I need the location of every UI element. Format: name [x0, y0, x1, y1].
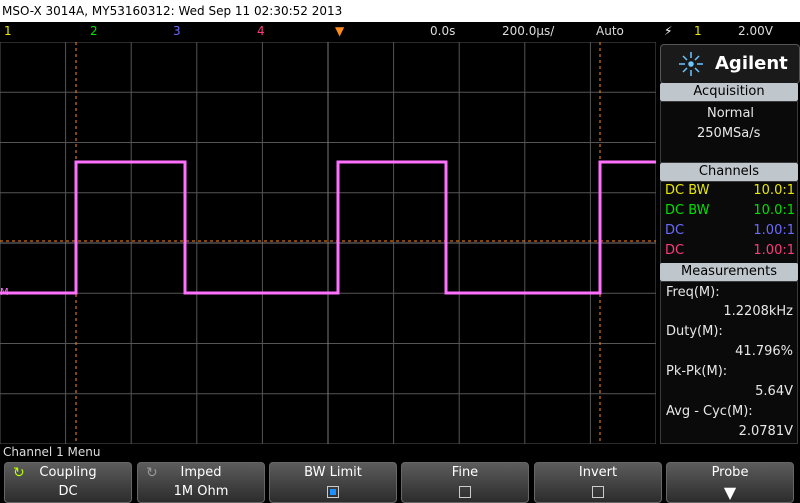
channel-3-indicator[interactable]: 3 [173, 24, 181, 38]
submenu-arrow-icon: ▼ [723, 483, 737, 502]
trigger-position-marker: ▼ [335, 24, 345, 38]
trigger-source: 1 [694, 24, 702, 38]
coupling-softkey[interactable]: ↻ Coupling DC [4, 462, 132, 503]
trigger-mode: Auto [596, 24, 624, 38]
trigger-edge-icon: ⚡ [664, 24, 673, 38]
brand-name: Agilent [715, 53, 788, 74]
impedance-softkey[interactable]: ↻ Imped 1M Ohm [137, 462, 265, 503]
channel-2-indicator[interactable]: 2 [90, 24, 98, 38]
window-title: MSO-X 3014A, MY53160312: Wed Sep 11 02:3… [0, 0, 800, 22]
agilent-spark-icon [679, 52, 703, 76]
acquisition-mode: Normal [707, 106, 755, 121]
ground-marker: M [0, 287, 9, 298]
measurement-duty-value: 41.796% [735, 344, 793, 359]
invert-softkey[interactable]: Invert [534, 462, 662, 503]
info-panel: Agilent Acquisition Normal 250MSa/s Chan… [660, 44, 800, 444]
acquisition-header[interactable]: Acquisition [660, 83, 798, 101]
trigger-level: 2.00V [738, 24, 773, 38]
channel-1-indicator[interactable]: 1 [4, 24, 12, 38]
probe-softkey[interactable]: Probe ▼ [666, 462, 794, 503]
measurements-box: Freq(M): 1.2208kHz Duty(M): 41.796% Pk-P… [660, 281, 798, 444]
channels-box: DC BW 10.0:1 DC BW 10.0:1 DC 1.00:1 DC 1.00:… [660, 181, 798, 264]
menu-title: Channel 1 Menu [3, 445, 101, 459]
softkey-bar: Channel 1 Menu ↻ Coupling DC ↻ Imped 1M … [0, 444, 800, 503]
channels-header[interactable]: Channels [660, 163, 798, 181]
bw-limit-checkbox[interactable] [327, 486, 339, 498]
status-bar: 1 2 3 4 ▼ 0.0s 200.0µs/ Auto ⚡ 1 2.00V [0, 22, 800, 42]
measurement-avg-value: 2.0781V [738, 424, 793, 439]
brand-logo: Agilent [660, 44, 800, 84]
measurement-pkpk-label: Pk-Pk(M): [666, 364, 728, 379]
time-scale: 200.0µs/ [502, 24, 555, 38]
bw-limit-softkey[interactable]: BW Limit [269, 462, 397, 503]
measurement-freq-value: 1.2208kHz [723, 304, 793, 319]
channel-4-indicator[interactable]: 4 [257, 24, 265, 38]
measurements-header[interactable]: Measurements [660, 263, 798, 281]
channel-3-settings: DC 1.00:1 [665, 223, 795, 238]
channel-4-settings: DC 1.00:1 [665, 243, 795, 258]
waveform-display[interactable]: M [0, 41, 657, 445]
measurement-duty-label: Duty(M): [666, 324, 723, 339]
channel-1-settings: DC BW 10.0:1 [665, 183, 795, 198]
waveform-graticule: M [0, 41, 657, 445]
measurement-avg-label: Avg - Cyc(M): [666, 404, 753, 419]
measurement-pkpk-value: 5.64V [755, 384, 793, 399]
channel-2-settings: DC BW 10.0:1 [665, 203, 795, 218]
acquisition-box: Normal 250MSa/s [660, 101, 798, 163]
fine-checkbox[interactable] [459, 486, 471, 498]
time-delay: 0.0s [430, 24, 456, 38]
measurement-freq-label: Freq(M): [666, 285, 720, 300]
acquisition-rate: 250MSa/s [697, 126, 761, 141]
invert-checkbox[interactable] [592, 486, 604, 498]
fine-softkey[interactable]: Fine [401, 462, 529, 503]
